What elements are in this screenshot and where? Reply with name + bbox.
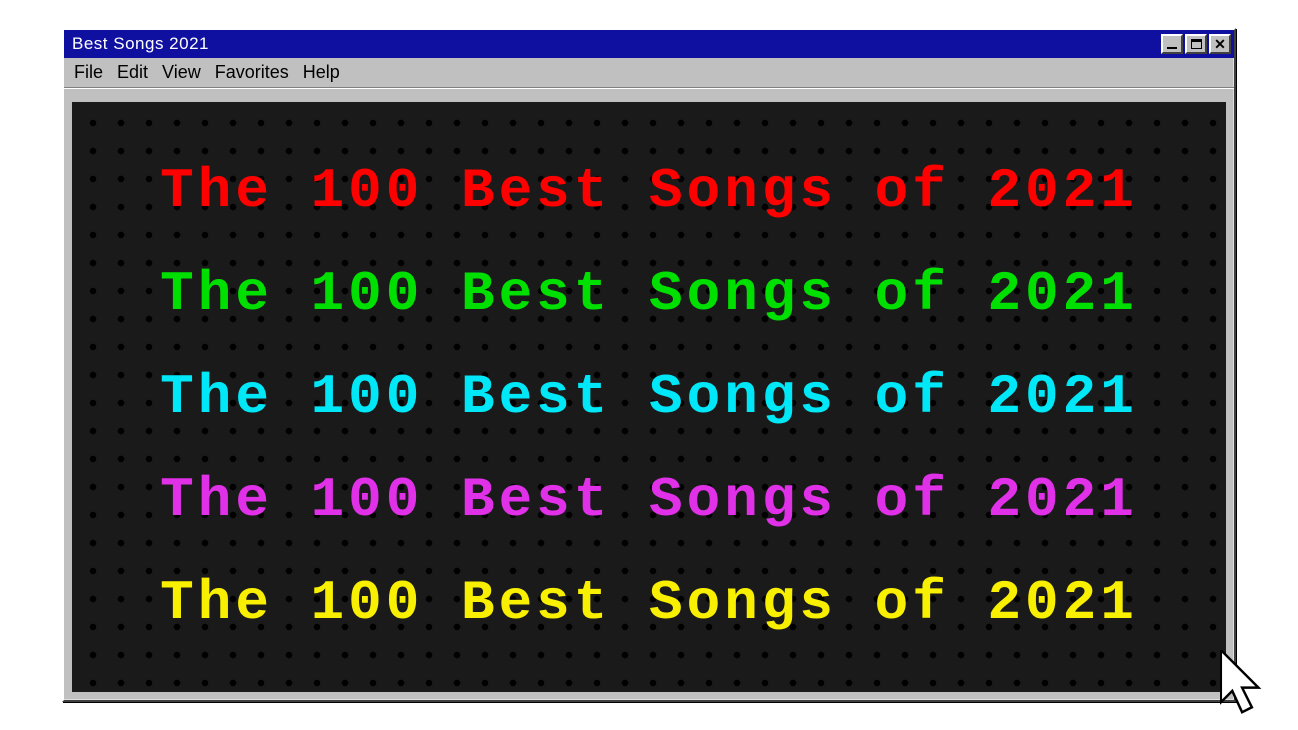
maximize-icon [1191, 39, 1202, 49]
titlebar[interactable]: Best Songs 2021 ✕ [64, 30, 1234, 58]
minimize-button[interactable] [1161, 34, 1183, 54]
maximize-button[interactable] [1185, 34, 1207, 54]
headline-line-4: The 100 Best Songs of 2021 [122, 472, 1176, 528]
menu-help[interactable]: Help [303, 62, 340, 83]
headline-line-5: The 100 Best Songs of 2021 [122, 575, 1176, 631]
menu-edit[interactable]: Edit [117, 62, 148, 83]
menubar: File Edit View Favorites Help [64, 58, 1234, 88]
menu-view[interactable]: View [162, 62, 201, 83]
window: Best Songs 2021 ✕ File Edit View Favorit… [62, 28, 1236, 702]
window-title: Best Songs 2021 [72, 34, 209, 54]
window-controls: ✕ [1161, 34, 1231, 54]
headline-line-2: The 100 Best Songs of 2021 [122, 266, 1176, 322]
minimize-icon [1167, 47, 1177, 50]
menu-file[interactable]: File [74, 62, 103, 83]
close-button[interactable]: ✕ [1209, 34, 1231, 54]
content-area: The 100 Best Songs of 2021 The 100 Best … [72, 102, 1226, 692]
headline-line-3: The 100 Best Songs of 2021 [122, 369, 1176, 425]
headline-line-1: The 100 Best Songs of 2021 [122, 163, 1176, 219]
menu-favorites[interactable]: Favorites [215, 62, 289, 83]
close-icon: ✕ [1214, 37, 1226, 51]
cursor-icon [1220, 650, 1274, 722]
